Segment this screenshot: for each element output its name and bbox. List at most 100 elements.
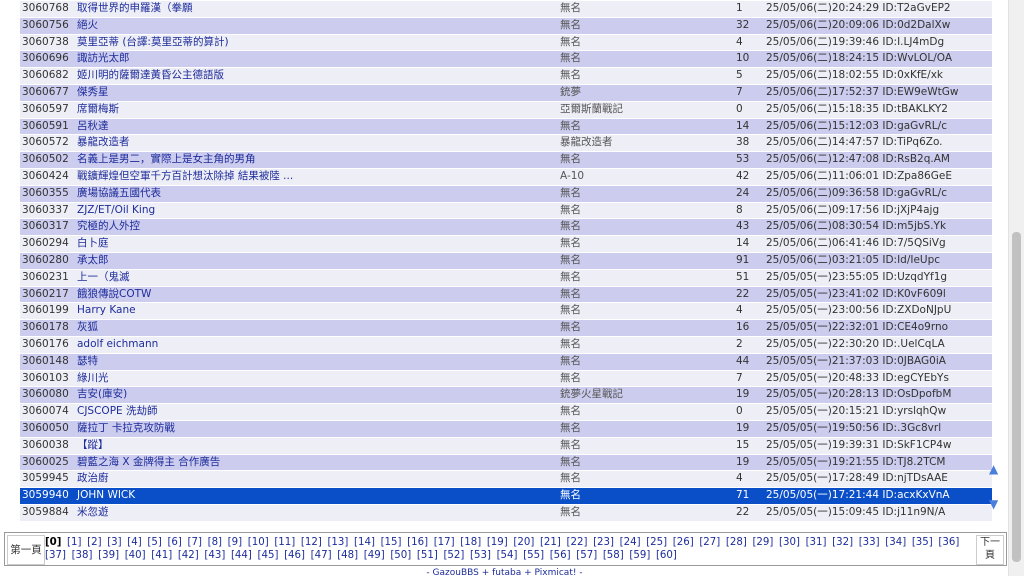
page-link[interactable]: [29]	[752, 537, 773, 548]
page-link[interactable]: [21]	[540, 537, 561, 548]
page-link[interactable]: [15]	[381, 537, 402, 548]
page-link[interactable]: [39]	[98, 550, 119, 561]
page-link[interactable]: [5]	[147, 537, 161, 548]
thread-title-link[interactable]: 政治廚	[77, 472, 109, 484]
thread-row[interactable]: 3059945 政治廚 無名 4 25/05/05(一)17:28:49 ID:njTD…	[20, 471, 992, 488]
page-link[interactable]: [10]	[248, 537, 269, 548]
page-link[interactable]: [57]	[576, 550, 597, 561]
thread-row[interactable]: 3060424 戰鑛輝煌但空軍千方百計想汰除掉 結果被陸 ... A-10 42 25/…	[20, 168, 992, 185]
thread-title-link[interactable]: 薩拉丁 卡拉克攻防戰	[77, 422, 175, 434]
page-link[interactable]: [9]	[228, 537, 242, 548]
page-link[interactable]: [12]	[301, 537, 322, 548]
thread-row[interactable]: 3060756 絕火 無名 32 25/05/06(二)20:09:06 ID:0d2D…	[20, 17, 992, 34]
page-link[interactable]: [36]	[938, 537, 959, 548]
page-link[interactable]: [27]	[699, 537, 720, 548]
page-link[interactable]: [40]	[125, 550, 146, 561]
page-link[interactable]: [35]	[912, 537, 933, 548]
page-link[interactable]: [55]	[523, 550, 544, 561]
thread-row[interactable]: 3060597 席爾梅斯 亞爾斯蘭戰記 0 25/05/06(二)15:18:35 ID…	[20, 101, 992, 118]
page-scrollbar[interactable]	[1008, 0, 1024, 576]
page-link[interactable]: [30]	[779, 537, 800, 548]
thread-row[interactable]: 3060074 CJSCOPE 洗劫師 無名 0 25/05/05(一)20:15:21…	[20, 404, 992, 420]
thread-title-link[interactable]: 究極的人外控	[77, 220, 140, 232]
thread-title-link[interactable]: Harry Kane	[77, 304, 136, 316]
thread-title-link[interactable]: 取得世界的申羅漢（拳願	[77, 2, 193, 14]
thread-row[interactable]: 3060591 呂秋達 無名 14 25/05/06(二)15:12:03 ID:gaG…	[20, 118, 992, 135]
page-link[interactable]: [45]	[258, 550, 279, 561]
thread-row[interactable]: 3059884 米忽遊 無名 22 25/05/05(一)15:09:45 ID:j11…	[20, 504, 992, 521]
thread-title-link[interactable]: 吉安(庫安)	[77, 388, 127, 400]
thread-title-link[interactable]: 瑟特	[77, 355, 98, 367]
thread-row[interactable]: 3060199 Harry Kane 無名 4 25/05/05(一)23:00:56 …	[20, 303, 992, 320]
thread-row[interactable]: 3059940 JOHN WICK 無名 71 25/05/05(一)17:21:44 …	[20, 488, 992, 504]
page-link[interactable]: [52]	[443, 550, 464, 561]
thread-title-link[interactable]: 【蹤】	[77, 439, 109, 451]
page-link[interactable]: [41]	[151, 550, 172, 561]
thread-row[interactable]: 3060025 碧藍之海 X 金牌得主 合作廣告 無名 19 25/05/05(一)19…	[20, 454, 992, 471]
scroll-down-arrow-icon[interactable]: ▼	[989, 497, 998, 511]
page-link[interactable]: [56]	[550, 550, 571, 561]
page-link[interactable]: [18]	[460, 537, 481, 548]
page-link[interactable]: [20]	[513, 537, 534, 548]
page-link[interactable]: [6]	[167, 537, 181, 548]
page-link[interactable]: [31]	[806, 537, 827, 548]
thread-title-link[interactable]: 餓狼傳說COTW	[77, 288, 151, 300]
thread-row[interactable]: 3060080 吉安(庫安) 銃夢火星戰記 19 25/05/05(一)20:28:13…	[20, 387, 992, 404]
thread-row[interactable]: 3060231 上一（鬼滅 無名 51 25/05/05(一)23:55:05 ID:U…	[20, 269, 992, 286]
page-link[interactable]: [44]	[231, 550, 252, 561]
page-link[interactable]: [16]	[407, 537, 428, 548]
thread-title-link[interactable]: JOHN WICK	[77, 489, 135, 501]
page-link[interactable]: [46]	[284, 550, 305, 561]
page-link[interactable]: [2]	[87, 537, 101, 548]
page-link[interactable]: [23]	[593, 537, 614, 548]
thread-row[interactable]: 3060178 灰狐 無名 16 25/05/05(一)22:32:01 ID:CE4o…	[20, 320, 992, 336]
thread-row[interactable]: 3060103 綠川光 無名 7 25/05/05(一)20:48:33 ID:egCY…	[20, 370, 992, 387]
page-link[interactable]: [42]	[178, 550, 199, 561]
thread-row[interactable]: 3060280 承太郎 無名 91 25/05/06(二)03:21:05 ID:Id/…	[20, 252, 992, 269]
page-link[interactable]: [3]	[107, 537, 121, 548]
thread-title-link[interactable]: CJSCOPE 洗劫師	[77, 405, 158, 417]
page-link[interactable]: [60]	[656, 550, 677, 561]
thread-title-link[interactable]: 廣場協議五國代表	[77, 187, 161, 199]
page-link[interactable]: [17]	[434, 537, 455, 548]
thread-row[interactable]: 3060696 諏訪光太郎 無名 10 25/05/06(二)18:24:15 ID:W…	[20, 51, 992, 68]
page-link[interactable]: [54]	[497, 550, 518, 561]
thread-row[interactable]: 3060176 adolf eichmann 無名 2 25/05/05(一)22:30…	[20, 336, 992, 353]
thread-title-link[interactable]: 傑秀星	[77, 86, 109, 98]
thread-row[interactable]: 3060677 傑秀星 銃夢 7 25/05/06(二)17:52:37 ID:EW9e…	[20, 84, 992, 101]
thread-title-link[interactable]: 諏訪光太郎	[77, 52, 130, 64]
thread-title-link[interactable]: 白卜庭	[77, 237, 109, 249]
page-link[interactable]: [38]	[72, 550, 93, 561]
page-link[interactable]: [49]	[364, 550, 385, 561]
thread-title-link[interactable]: 承太郎	[77, 254, 109, 266]
page-link[interactable]: [24]	[620, 537, 641, 548]
page-link[interactable]: [4]	[127, 537, 141, 548]
page-link[interactable]: [22]	[567, 537, 588, 548]
thread-title-link[interactable]: 席爾梅斯	[77, 103, 119, 115]
footer-credits[interactable]: - GazouBBS + futaba + Pixmicat! -	[0, 568, 1009, 576]
thread-row[interactable]: 3060317 究極的人外控 無名 43 25/05/06(二)08:30:54 ID:…	[20, 219, 992, 236]
next-page-button[interactable]: 下一頁	[976, 535, 1004, 565]
page-link[interactable]: [47]	[311, 550, 332, 561]
thread-row[interactable]: 3060355 廣場協議五國代表 無名 24 25/05/06(二)09:36:58 I…	[20, 185, 992, 202]
thread-row[interactable]: 3060217 餓狼傳說COTW 無名 22 25/05/05(一)23:41:02 I…	[20, 286, 992, 303]
first-page-button[interactable]: 第一頁	[7, 535, 45, 565]
thread-row[interactable]: 3060148 瑟特 無名 44 25/05/05(一)21:37:03 ID:0JBA…	[20, 353, 992, 370]
thread-title-link[interactable]: 碧藍之海 X 金牌得主 合作廣告	[77, 456, 220, 468]
thread-row[interactable]: 3060768 取得世界的申羅漢（拳願 無名 1 25/05/06(二)20:24:29…	[20, 1, 992, 17]
thread-title-link[interactable]: 灰狐	[77, 321, 98, 333]
thread-row[interactable]: 3060682 姬川明的薩爾達黃昏公主德語版 無名 5 25/05/06(二)18:02…	[20, 68, 992, 84]
page-link[interactable]: [11]	[274, 537, 295, 548]
thread-title-link[interactable]: 暴龍改造者	[77, 136, 130, 148]
page-link[interactable]: [50]	[390, 550, 411, 561]
thread-row[interactable]: 3060050 薩拉丁 卡拉克攻防戰 無名 19 25/05/05(一)19:50:56…	[20, 420, 992, 437]
thread-title-link[interactable]: 上一（鬼滅	[77, 271, 130, 283]
thread-row[interactable]: 3060502 名義上是男二，實際上是女主角的男角 無名 53 25/05/06(二)1…	[20, 152, 992, 168]
thread-title-link[interactable]: 綠川光	[77, 372, 109, 384]
thread-row[interactable]: 3060294 白卜庭 無名 14 25/05/06(二)06:41:46 ID:7/5…	[20, 236, 992, 252]
page-link[interactable]: [43]	[204, 550, 225, 561]
page-link[interactable]: [28]	[726, 537, 747, 548]
page-link[interactable]: [8]	[208, 537, 222, 548]
scrollbar-thumb[interactable]	[1012, 232, 1021, 562]
thread-title-link[interactable]: 莫里亞蒂 (台譯:莫里亞蒂的算計)	[77, 36, 229, 48]
